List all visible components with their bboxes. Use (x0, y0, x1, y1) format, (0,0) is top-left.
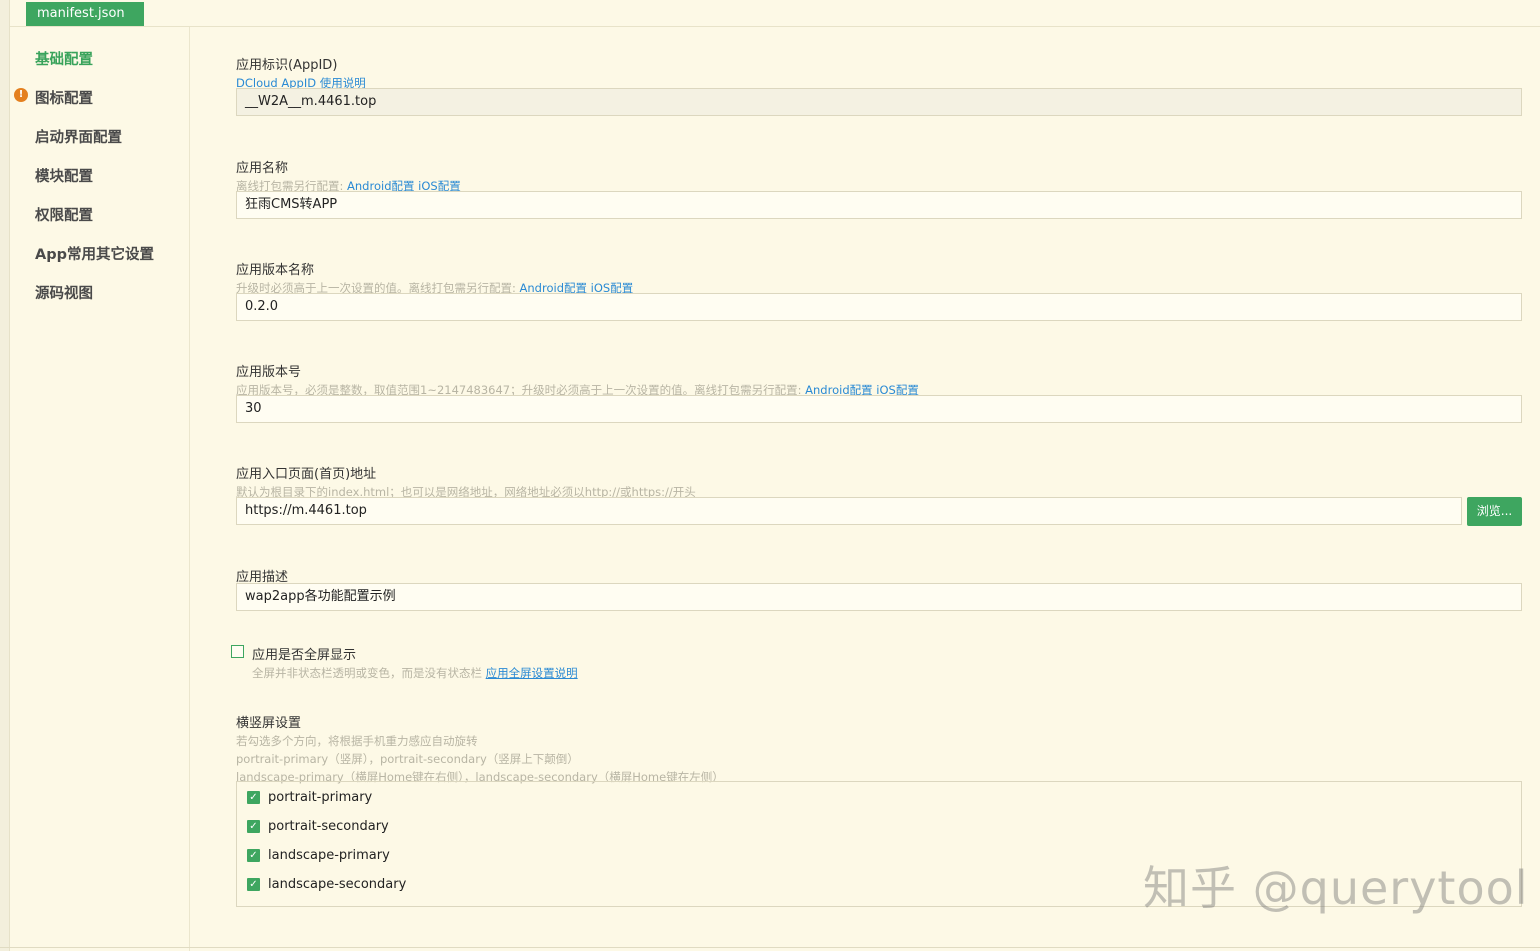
appid-field: 应用标识(AppID) DCloud AppID 使用说明 (236, 54, 366, 91)
orientation-option[interactable]: ✓ portrait-primary (247, 790, 372, 805)
version-code-input[interactable]: 30 (236, 395, 1522, 423)
sidebar-item-permissions[interactable]: 权限配置 (35, 204, 93, 225)
option-label: portrait-primary (268, 790, 373, 805)
desc-input[interactable]: wap2app各功能配置示例 (236, 583, 1522, 611)
checkbox-checked-icon[interactable]: ✓ (247, 849, 260, 862)
version-code-field: 应用版本号 应用版本号，必须是整数，取值范围1~2147483647；升级时必须… (236, 361, 919, 398)
checkbox-checked-icon[interactable]: ✓ (247, 791, 260, 804)
version-name-label: 应用版本名称 (236, 263, 315, 278)
bottom-divider (0, 947, 1540, 948)
fullscreen-label: 应用是否全屏显示 (252, 648, 357, 663)
version-name-field: 应用版本名称 升级时必须高于上一次设置的值。离线打包需另行配置: Android… (236, 259, 633, 296)
orientation-hint-1: 若勾选多个方向，将根据手机重力感应自动旋转 (236, 734, 478, 748)
fullscreen-hint: 全屏并非状态栏透明或变色，而是没有状态栏 (252, 666, 482, 680)
orientation-option[interactable]: ✓ landscape-primary (247, 848, 390, 863)
orientation-field: 横竖屏设置 若勾选多个方向，将根据手机重力感应自动旋转 portrait-pri… (236, 712, 724, 785)
entry-input[interactable]: https://m.4461.top (236, 497, 1462, 525)
entry-field: 应用入口页面(首页)地址 默认为根目录下的index.html；也可以是网络地址… (236, 463, 696, 500)
option-label: landscape-primary (268, 848, 390, 863)
fullscreen-help-link[interactable]: 应用全屏设置说明 (486, 666, 578, 680)
app-window: manifest.json 基础配置 ! 图标配置 启动界面配置 模块配置 权限… (0, 0, 1540, 951)
orientation-option[interactable]: ✓ portrait-secondary (247, 819, 389, 834)
entry-label: 应用入口页面(首页)地址 (236, 467, 377, 482)
browse-button[interactable]: 浏览... (1467, 497, 1522, 526)
appid-label: 应用标识(AppID) (236, 58, 338, 73)
sidebar: 基础配置 ! 图标配置 启动界面配置 模块配置 权限配置 App常用其它设置 源… (10, 27, 190, 951)
tab-manifest[interactable]: manifest.json (26, 2, 144, 26)
name-label: 应用名称 (236, 161, 289, 176)
fullscreen-field: 应用是否全屏显示 全屏并非状态栏透明或变色，而是没有状态栏 应用全屏设置说明 (252, 644, 578, 681)
sidebar-item-basic[interactable]: 基础配置 (35, 48, 93, 69)
left-border (0, 0, 10, 951)
orientation-option[interactable]: ✓ landscape-secondary (247, 877, 406, 892)
name-input[interactable]: 狂雨CMS转APP (236, 191, 1522, 219)
version-code-label: 应用版本号 (236, 365, 302, 380)
option-label: landscape-secondary (268, 877, 407, 892)
option-label: portrait-secondary (268, 819, 389, 834)
sidebar-item-icons[interactable]: 图标配置 (35, 87, 93, 108)
fullscreen-checkbox[interactable] (231, 645, 244, 658)
sidebar-item-modules[interactable]: 模块配置 (35, 165, 93, 186)
checkbox-checked-icon[interactable]: ✓ (247, 878, 260, 891)
warning-icon: ! (14, 88, 28, 102)
sidebar-item-source[interactable]: 源码视图 (35, 282, 93, 303)
appid-input[interactable]: __W2A__m.4461.top (236, 88, 1522, 116)
watermark: 知乎 @querytool (1143, 861, 1529, 915)
sidebar-item-other[interactable]: App常用其它设置 (35, 243, 154, 264)
orientation-label: 横竖屏设置 (236, 716, 302, 731)
orientation-hint-2: portrait-primary（竖屏），portrait-secondary（… (236, 752, 579, 766)
sidebar-item-splash[interactable]: 启动界面配置 (35, 126, 122, 147)
version-name-input[interactable]: 0.2.0 (236, 293, 1522, 321)
tab-divider (10, 26, 1540, 27)
name-field: 应用名称 离线打包需另行配置: Android配置 iOS配置 (236, 157, 461, 194)
checkbox-checked-icon[interactable]: ✓ (247, 820, 260, 833)
